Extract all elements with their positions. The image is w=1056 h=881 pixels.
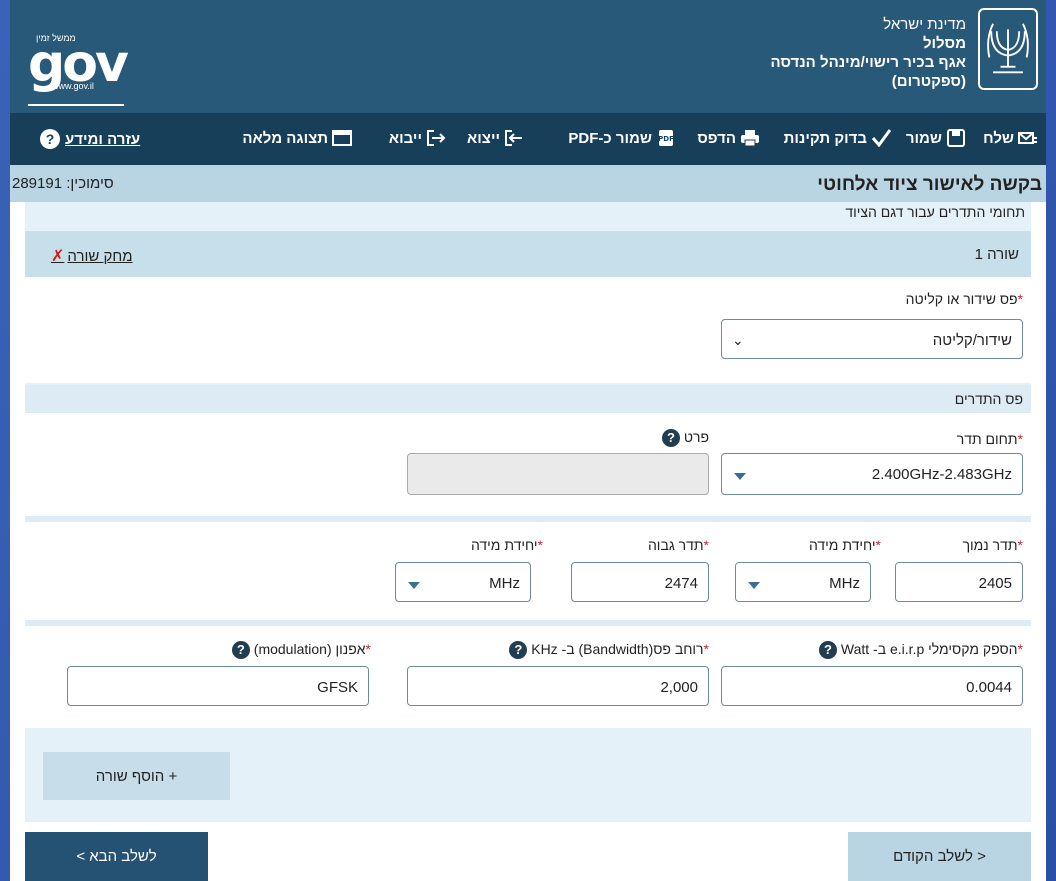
save-label: שמור: [905, 129, 942, 147]
bandwidth-input[interactable]: 2,000: [407, 666, 709, 706]
page-title: בקשה לאישור ציוד אלחוטי: [817, 174, 1042, 195]
help-circle-icon[interactable]: ?: [661, 429, 680, 448]
state-emblem-icon: [978, 8, 1038, 90]
validate-button[interactable]: בדוק תקינות: [784, 129, 891, 147]
pdf-icon: PDF: [658, 130, 674, 146]
ministry-line4: (ספקטרום): [891, 73, 966, 90]
high-unit-dropdown[interactable]: MHz: [395, 562, 531, 602]
toolbar: שלח שמור בדוק תקינות הדפס PDF שמור כ-PDF…: [10, 113, 1046, 165]
prev-step-label: < לשלב הקודם: [893, 848, 986, 865]
low-unit-label: *יחידת מידה: [808, 537, 881, 553]
frequencies-panel: *תדר נמוך 2405 *יחידת מידה MHz *תדר גבוה…: [25, 522, 1031, 620]
send-button[interactable]: שלח: [983, 129, 1038, 147]
full-view-button[interactable]: תצוגה מלאה: [242, 129, 352, 147]
help-icon: ?: [40, 129, 60, 149]
freq-range-panel: *תחום תדר 2.400GHz-2.483GHz פרט ?: [25, 413, 1031, 516]
modulation-label: *אפנון (modulation) ?: [231, 641, 371, 660]
high-unit-label: *יחידת מידה: [470, 537, 543, 553]
ministry-line1: מדינת ישראל: [883, 16, 966, 33]
export-icon: [505, 130, 522, 146]
full-view-label: תצוגה מלאה: [242, 129, 328, 147]
help-button[interactable]: עזרה ומידע ?: [40, 129, 140, 149]
delete-row-label: מחק שורה: [67, 247, 133, 265]
delete-row-button[interactable]: מחק שורה ✗: [51, 246, 133, 266]
red-x-icon: ✗: [51, 248, 65, 265]
help-circle-icon[interactable]: ?: [509, 641, 528, 660]
low-freq-label: *תדר נמוך: [962, 537, 1023, 553]
row-label: שורה 1: [974, 246, 1019, 263]
eirp-input[interactable]: 0.0044: [721, 666, 1023, 706]
band-select-label: *פס שידור או קליטה: [905, 291, 1023, 307]
nav-panel: לשלב הבא > < לשלב הקודם: [25, 822, 1031, 881]
next-step-button[interactable]: לשלב הבא >: [25, 832, 208, 881]
gov-logo[interactable]: ממשל זמין gov www.gov.il: [24, 28, 129, 106]
page-title-bar: בקשה לאישור ציוד אלחוטי סימוכין: 289191: [10, 165, 1046, 202]
save-button[interactable]: שמור: [906, 129, 966, 147]
validate-label: בדוק תקינות: [783, 129, 867, 147]
checkmark-icon: [871, 129, 891, 147]
import-button[interactable]: ייבוא: [389, 129, 446, 147]
band-select-panel: *פס שידור או קליטה שידור/קליטה ⌄: [25, 277, 1031, 383]
send-label: שלח: [983, 129, 1014, 147]
detail-label: פרט ?: [661, 429, 709, 448]
freq-range-label: *תחום תדר: [956, 431, 1023, 447]
low-freq-input[interactable]: 2405: [895, 562, 1023, 602]
form-content: תחומי התדרים עבור דגם הציוד שורה 1 מחק ש…: [25, 202, 1031, 881]
detail-input: [407, 453, 709, 495]
import-label: ייבוא: [388, 129, 422, 147]
logo-url: www.gov.il: [52, 81, 94, 91]
prev-step-button[interactable]: < לשלב הקודם: [848, 832, 1031, 881]
bandwidth-label: *רוחב פס(Bandwidth) ב- KHz ?: [509, 641, 709, 660]
eirp-label: *הספק מקסימלי e.i.r.p ב- Watt ?: [819, 641, 1023, 660]
freq-range-value: 2.400GHz-2.483GHz: [871, 466, 1012, 483]
reference-value: 289191: [12, 175, 63, 192]
add-row-button[interactable]: + הוסף שורה: [43, 752, 230, 800]
band-select-dropdown[interactable]: שידור/קליטה ⌄: [721, 319, 1023, 359]
app-window: ממשל זמין gov www.gov.il מדינת ישראל מסל…: [10, 0, 1046, 881]
row-header: שורה 1 מחק שורה ✗: [25, 231, 1031, 277]
ministry-block: מדינת ישראל מסלול אגף בכיר רישוי/מינהל ה…: [770, 15, 966, 91]
ministry-line2: מסלול: [922, 35, 966, 52]
printer-icon: [741, 130, 759, 147]
high-freq-input[interactable]: 2474: [571, 562, 709, 602]
high-freq-label: *תדר גבוה: [647, 537, 709, 553]
caret-down-icon: [734, 473, 746, 480]
floppy-icon: [947, 129, 965, 147]
reference-number: סימוכין: 289191: [12, 175, 114, 192]
print-button[interactable]: הדפס: [697, 129, 760, 147]
site-header: ממשל זמין gov www.gov.il מדינת ישראל מסל…: [10, 0, 1046, 113]
section-subtitle: תחומי התדרים עבור דגם הציוד: [845, 204, 1025, 220]
save-pdf-button[interactable]: PDF שמור כ-PDF: [568, 129, 676, 147]
help-circle-icon[interactable]: ?: [819, 641, 837, 660]
add-row-label: + הוסף שורה: [95, 767, 178, 785]
caret-down-icon: [408, 582, 420, 589]
window-icon: [332, 130, 352, 146]
import-icon: [427, 130, 446, 146]
envelope-icon: [1018, 132, 1037, 144]
help-label: עזרה ומידע: [65, 130, 141, 148]
svg-text:PDF: PDF: [658, 135, 674, 143]
modulation-input[interactable]: GFSK: [67, 666, 369, 706]
freq-band-heading-bar: פס התדרים: [25, 385, 1031, 413]
logo-underline: [28, 104, 124, 106]
print-label: הדפס: [697, 129, 736, 147]
next-step-label: לשלב הבא >: [76, 848, 157, 865]
help-circle-icon[interactable]: ?: [231, 641, 250, 660]
chevron-down-icon: ⌄: [732, 332, 744, 348]
export-label: ייצוא: [467, 129, 500, 147]
caret-down-icon: [748, 582, 760, 589]
low-unit-dropdown[interactable]: MHz: [735, 562, 871, 602]
freq-range-dropdown[interactable]: 2.400GHz-2.483GHz: [721, 453, 1023, 495]
save-pdf-label: שמור כ-PDF: [568, 129, 652, 147]
transmission-panel: *הספק מקסימלי e.i.r.p ב- Watt ? 0.0044 *…: [25, 626, 1031, 728]
export-button[interactable]: ייצוא: [467, 129, 524, 147]
ministry-line3: אגף בכיר רישוי/מינהל הנדסה: [770, 54, 966, 71]
band-select-value: שידור/קליטה: [932, 332, 1012, 349]
reference-label: סימוכין:: [66, 175, 114, 192]
freq-band-heading: פס התדרים: [954, 391, 1023, 407]
